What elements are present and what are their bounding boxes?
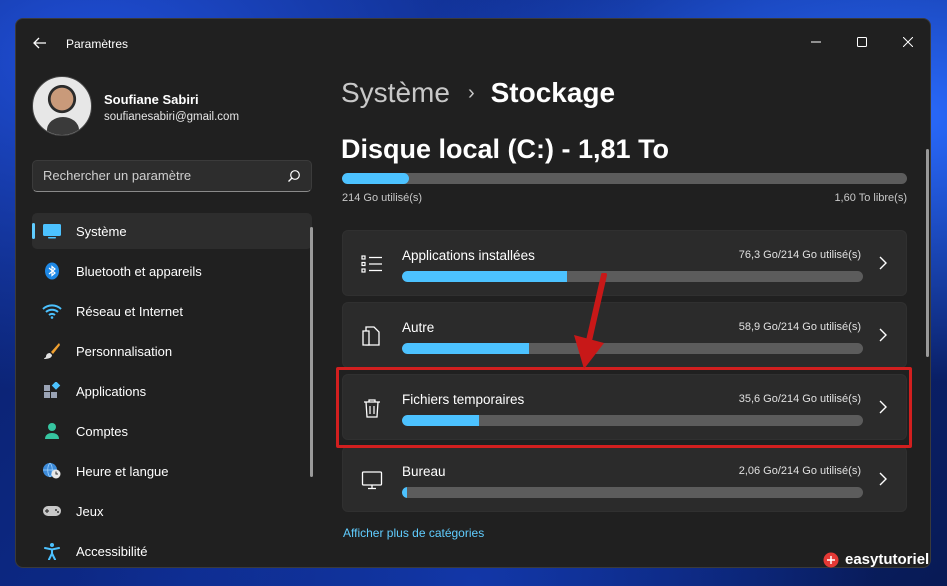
category-card-applications[interactable]: Applications installées 76,3 Go/214 Go u… xyxy=(342,230,907,296)
category-label: Autre xyxy=(402,320,435,335)
wifi-icon xyxy=(42,302,62,320)
sidebar-nav: Système Bluetooth et appareils Réseau et… xyxy=(32,213,312,567)
sidebar-item-heure-langue[interactable]: Heure et langue xyxy=(32,453,312,489)
chevron-right-icon xyxy=(879,328,887,342)
sidebar-item-comptes[interactable]: Comptes xyxy=(32,413,312,449)
close-icon xyxy=(903,37,913,47)
chevron-right-icon xyxy=(879,256,887,270)
disk-used-label: 214 Go utilisé(s) xyxy=(342,192,423,204)
watermark: easytutoriel xyxy=(823,551,929,568)
page-title: Stockage xyxy=(490,77,616,108)
maximize-button[interactable] xyxy=(842,27,882,57)
category-card-autre[interactable]: Autre 58,9 Go/214 Go utilisé(s) xyxy=(342,302,907,368)
category-bar xyxy=(402,487,863,498)
sidebar-item-accessibilite[interactable]: Accessibilité xyxy=(32,533,312,567)
sidebar-scrollbar[interactable] xyxy=(310,227,313,477)
avatar[interactable] xyxy=(32,76,92,136)
category-label: Fichiers temporaires xyxy=(402,392,525,407)
sidebar-item-label: Jeux xyxy=(76,504,104,519)
apps-icon xyxy=(42,382,62,400)
user-email: soufianesabiri@gmail.com xyxy=(104,111,240,123)
disk-free-label: 1,60 To libre(s) xyxy=(834,192,907,204)
sidebar-item-label: Réseau et Internet xyxy=(76,304,183,319)
system-icon xyxy=(42,222,62,240)
sidebar-item-reseau[interactable]: Réseau et Internet xyxy=(32,293,312,329)
watermark-text: easytutoriel xyxy=(845,551,930,568)
search-input[interactable] xyxy=(43,168,273,183)
sidebar-item-label: Système xyxy=(76,224,127,239)
sidebar-item-personnalisation[interactable]: Personnalisation xyxy=(32,333,312,369)
category-label: Bureau xyxy=(402,464,446,479)
category-size: 35,6 Go/214 Go utilisé(s) xyxy=(738,393,861,405)
easytutoriel-logo-icon xyxy=(823,552,839,567)
sidebar-item-applications[interactable]: Applications xyxy=(32,373,312,409)
trash-icon xyxy=(364,399,380,418)
accessibility-icon xyxy=(42,542,62,560)
person-icon xyxy=(42,422,62,440)
minimize-icon xyxy=(811,41,821,43)
list-icon xyxy=(361,255,382,273)
category-size: 76,3 Go/214 Go utilisé(s) xyxy=(738,249,861,261)
back-button[interactable] xyxy=(28,31,52,55)
category-size: 58,9 Go/214 Go utilisé(s) xyxy=(738,321,861,333)
category-bar xyxy=(402,415,863,426)
document-icon xyxy=(362,326,380,346)
sidebar-item-systeme[interactable]: Système xyxy=(32,213,312,249)
search-box xyxy=(32,160,312,192)
sidebar-item-label: Accessibilité xyxy=(76,544,148,559)
category-label: Applications installées xyxy=(402,248,535,263)
globe-clock-icon xyxy=(42,462,62,480)
settings-window: Paramètres Soufiane Sabiri soufianesabir… xyxy=(15,18,931,568)
close-button[interactable] xyxy=(888,27,928,57)
category-bar-fill xyxy=(402,271,567,282)
minimize-button[interactable] xyxy=(796,27,836,57)
maximize-icon xyxy=(857,37,867,47)
category-bar xyxy=(402,271,863,282)
app-title: Paramètres xyxy=(66,37,129,51)
category-card-fichiers-temporaires[interactable]: Fichiers temporaires 35,6 Go/214 Go util… xyxy=(342,374,907,440)
category-card-bureau[interactable]: Bureau 2,06 Go/214 Go utilisé(s) xyxy=(342,446,907,512)
sidebar-item-label: Personnalisation xyxy=(76,344,173,359)
user-name: Soufiane Sabiri xyxy=(104,92,199,107)
monitor-icon xyxy=(361,471,383,490)
disk-usage-bar xyxy=(342,173,907,184)
sidebar-item-label: Heure et langue xyxy=(76,464,169,479)
breadcrumb: Système › Stockage xyxy=(341,77,615,109)
sidebar-item-jeux[interactable]: Jeux xyxy=(32,493,312,529)
category-bar-fill xyxy=(402,415,479,426)
main-scrollbar[interactable] xyxy=(926,149,929,357)
category-bar xyxy=(402,343,863,354)
sidebar-item-label: Bluetooth et appareils xyxy=(76,264,202,279)
chevron-right-icon xyxy=(879,472,887,486)
title-bar: Paramètres xyxy=(16,19,930,65)
category-bar-fill xyxy=(402,343,529,354)
breadcrumb-parent[interactable]: Système xyxy=(341,77,450,109)
category-size: 2,06 Go/214 Go utilisé(s) xyxy=(738,465,861,477)
bluetooth-icon xyxy=(42,262,62,280)
back-arrow-icon xyxy=(33,37,46,49)
disk-title: Disque local (C:) - 1,81 To xyxy=(341,134,670,164)
sidebar-item-label: Applications xyxy=(76,384,147,399)
show-more-categories-link[interactable]: Afficher plus de catégories xyxy=(343,526,484,540)
sidebar-item-label: Comptes xyxy=(76,424,129,439)
gamepad-icon xyxy=(42,502,62,520)
category-bar-fill xyxy=(402,487,407,498)
search-icon[interactable] xyxy=(287,169,301,183)
breadcrumb-separator: › xyxy=(467,81,475,104)
chevron-right-icon xyxy=(879,400,887,414)
sidebar-item-bluetooth[interactable]: Bluetooth et appareils xyxy=(32,253,312,289)
paintbrush-icon xyxy=(42,342,62,360)
disk-usage-fill xyxy=(342,173,409,184)
